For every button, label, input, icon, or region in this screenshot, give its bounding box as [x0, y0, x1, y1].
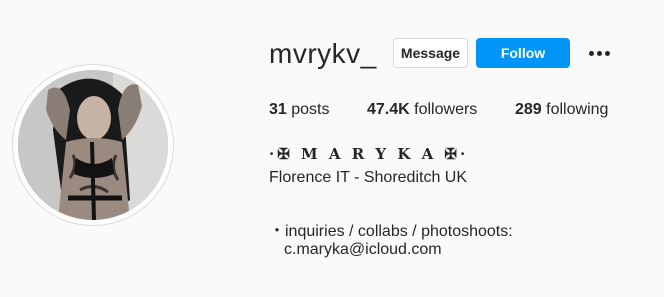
bio-email[interactable]: c.maryka@icloud.com — [284, 241, 442, 259]
more-dot — [588, 50, 594, 56]
posts-stat: 31 posts — [269, 101, 330, 119]
more-dot — [596, 50, 602, 56]
follow-button[interactable]: Follow — [476, 38, 570, 68]
following-label: following — [546, 101, 609, 118]
following-count: 289 — [515, 101, 542, 118]
following-stat[interactable]: 289 following — [515, 101, 608, 119]
more-dot — [604, 50, 610, 56]
avatar[interactable] — [18, 70, 168, 220]
bio-inquiries: ・inquiries / collabs / photoshoots: — [269, 223, 513, 240]
posts-label: posts — [291, 101, 330, 118]
ellipsis-horizontal-icon[interactable] — [586, 42, 612, 64]
posts-count: 31 — [269, 101, 287, 118]
avatar-photo — [18, 70, 168, 220]
profile-username: mvrykv_ — [269, 38, 377, 69]
avatar-ring[interactable] — [12, 64, 174, 226]
bio-location: Florence IT - Shoreditch UK — [269, 169, 468, 186]
followers-label: followers — [414, 101, 478, 118]
followers-stat[interactable]: 47.4K followers — [367, 101, 477, 119]
bio-display-name: ·✠ M A R Y K A ✠· — [269, 145, 469, 163]
message-button[interactable]: Message — [393, 38, 468, 68]
followers-count: 47.4K — [367, 101, 410, 118]
